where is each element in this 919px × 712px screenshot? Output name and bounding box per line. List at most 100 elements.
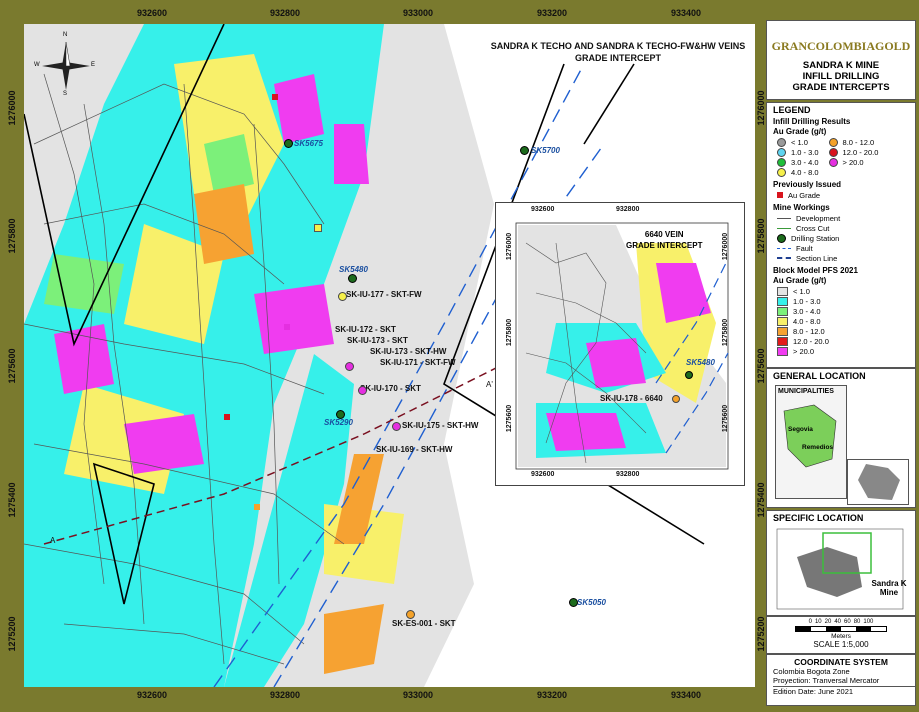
title-panel: GRANCOLOMBIAGOLD SANDRA K MINE INFILL DR… bbox=[766, 20, 916, 100]
x-tick-bottom: 932800 bbox=[269, 690, 301, 700]
legend-block-item: 8.0 - 12.0 bbox=[777, 326, 915, 336]
legend-workings-item: Development bbox=[777, 213, 915, 223]
x-tick-bottom: 933000 bbox=[402, 690, 434, 700]
inset-block-model bbox=[515, 222, 729, 470]
legend-block-item: 12.0 - 20.0 bbox=[777, 336, 915, 346]
legend-item-label: Drilling Station bbox=[791, 233, 840, 243]
station-label: SK5700 bbox=[531, 146, 560, 155]
legend-item-label: 1.0 - 3.0 bbox=[791, 147, 819, 157]
legend-prev-item: Au Grade bbox=[777, 190, 915, 200]
legend-item-label: Section Line bbox=[796, 253, 838, 263]
specific-location-title: SPECIFIC LOCATION bbox=[773, 513, 864, 523]
intercept-marker bbox=[406, 610, 415, 619]
intercept-label: SK-IU-169 - SKT-HW bbox=[376, 445, 453, 454]
legend-workings-item: Section Line bbox=[777, 253, 915, 263]
scale-ticks: 0 10 20 40 60 80 100 bbox=[767, 619, 915, 625]
specific-location-panel: SPECIFIC LOCATION Sandra K Mine bbox=[766, 510, 916, 616]
legend-infill-item: 4.0 - 8.0 bbox=[777, 167, 819, 177]
legend-item-label: 4.0 - 8.0 bbox=[793, 316, 821, 326]
legend-infill-unit: Au Grade (g/t) bbox=[773, 127, 827, 136]
legend-item-label: > 20.0 bbox=[793, 346, 815, 356]
inset-y-tick: 1275600 bbox=[506, 404, 514, 433]
scale-tick: 10 bbox=[814, 619, 822, 625]
prev-au-grade-marker bbox=[314, 224, 322, 232]
development-line-icon bbox=[777, 217, 791, 219]
country-map-icon bbox=[847, 459, 909, 505]
inset-title-line: GRADE INTERCEPT bbox=[626, 241, 703, 250]
intercept-label: SK-IU-170 - SKT bbox=[360, 384, 421, 393]
legend-workings-item: Cross Cut bbox=[777, 223, 915, 233]
compass-e: E bbox=[91, 62, 96, 68]
drilling-station-marker bbox=[569, 598, 578, 607]
scale-panel: 0 10 20 40 60 80 100 Meters SCALE 1:5,00… bbox=[766, 616, 916, 654]
legend-item-label: 8.0 - 12.0 bbox=[793, 326, 825, 336]
grade-dot-icon bbox=[777, 137, 786, 147]
compass-rose-icon: N S E W bbox=[34, 32, 96, 97]
x-tick-top: 933400 bbox=[670, 8, 702, 18]
legend-block-item: 3.0 - 4.0 bbox=[777, 306, 915, 316]
legend-block-item: > 20.0 bbox=[777, 346, 915, 356]
legend-item-label: 8.0 - 12.0 bbox=[842, 137, 875, 147]
map-title-line: GRADE INTERCEPT bbox=[574, 53, 661, 63]
inset-x-tick: 932800 bbox=[616, 471, 640, 478]
legend-title: LEGEND bbox=[773, 105, 811, 115]
grade-dot-icon bbox=[828, 157, 838, 167]
legend-item-label: 4.0 - 8.0 bbox=[791, 167, 819, 177]
legend-block-item: 4.0 - 8.0 bbox=[777, 316, 915, 326]
legend-infill-item: > 20.0 bbox=[828, 157, 879, 167]
block-swatch-icon bbox=[777, 296, 788, 306]
y-tick-right: 1275200 bbox=[756, 616, 766, 652]
town-label: Remedios bbox=[802, 444, 834, 451]
x-tick-top: 932600 bbox=[136, 8, 168, 18]
scale-unit: Meters bbox=[831, 633, 851, 640]
y-tick-right: 1276000 bbox=[756, 90, 766, 126]
block-swatch-icon bbox=[777, 346, 788, 356]
inset-y-tick: 1275600 bbox=[722, 404, 730, 433]
intercept-label: SK-IU-173 - SKT bbox=[347, 336, 408, 345]
x-tick-bottom: 933400 bbox=[670, 690, 702, 700]
legend-item-label: 12.0 - 20.0 bbox=[842, 147, 879, 157]
municipalities-title: MUNICIPALITIES bbox=[778, 388, 834, 395]
prev-au-grade-marker bbox=[284, 324, 290, 330]
drilling-station-marker bbox=[336, 410, 345, 419]
legend-item-label: < 1.0 bbox=[793, 286, 810, 296]
legend-item-label: 3.0 - 4.0 bbox=[793, 306, 821, 316]
legend-block-item: 1.0 - 3.0 bbox=[777, 296, 915, 306]
legend-workings-item: Fault bbox=[777, 243, 915, 253]
grade-dot-icon bbox=[828, 147, 838, 157]
legend-prev-title: Previously Issued bbox=[773, 180, 842, 189]
inset-y-tick: 1276000 bbox=[722, 232, 730, 261]
grade-dot-icon bbox=[777, 147, 786, 157]
legend-workings-item: Drilling Station bbox=[777, 233, 915, 243]
legend-infill-item: 3.0 - 4.0 bbox=[777, 157, 819, 167]
block-swatch-icon bbox=[777, 336, 788, 346]
intercept-marker bbox=[345, 362, 354, 371]
grade-dot-icon bbox=[777, 167, 786, 177]
station-label: SK5675 bbox=[294, 139, 323, 148]
block-swatch-icon bbox=[777, 316, 788, 326]
drilling-station-marker bbox=[348, 274, 357, 283]
intercept-marker bbox=[392, 422, 401, 431]
block-swatch-icon bbox=[777, 286, 788, 296]
scale-tick: 40 bbox=[834, 619, 841, 625]
intercept-label: SK-IU-172 - SKT bbox=[335, 325, 396, 334]
inset-title-line: 6640 VEIN bbox=[644, 230, 684, 239]
inset-x-tick: 932600 bbox=[531, 206, 555, 213]
legend-item-label: > 20.0 bbox=[842, 157, 864, 167]
prev-au-grade-marker bbox=[224, 414, 230, 420]
block-swatch-icon bbox=[777, 326, 788, 336]
section-line-icon bbox=[777, 257, 791, 259]
legend-item-label: Fault bbox=[796, 243, 813, 253]
legend-block-unit: Au Grade (g/t) bbox=[773, 276, 827, 285]
intercept-label: SK-IU-171 - SKT-FW bbox=[380, 358, 456, 367]
legend-item-label: < 1.0 bbox=[791, 137, 808, 147]
edition-date: Edition Date: June 2021 bbox=[773, 686, 915, 696]
y-tick-left: 1275200 bbox=[7, 616, 17, 652]
inset-map-6640[interactable]: 932600 932800 932600 932800 1276000 1275… bbox=[495, 202, 745, 486]
prev-au-grade-marker bbox=[272, 94, 278, 100]
legend-item-label: Au Grade bbox=[788, 190, 821, 200]
drilling-station-icon bbox=[777, 233, 786, 243]
grade-dot-icon bbox=[828, 137, 838, 147]
legend-item-label: 12.0 - 20.0 bbox=[793, 336, 829, 346]
station-label: SK5050 bbox=[577, 598, 606, 607]
